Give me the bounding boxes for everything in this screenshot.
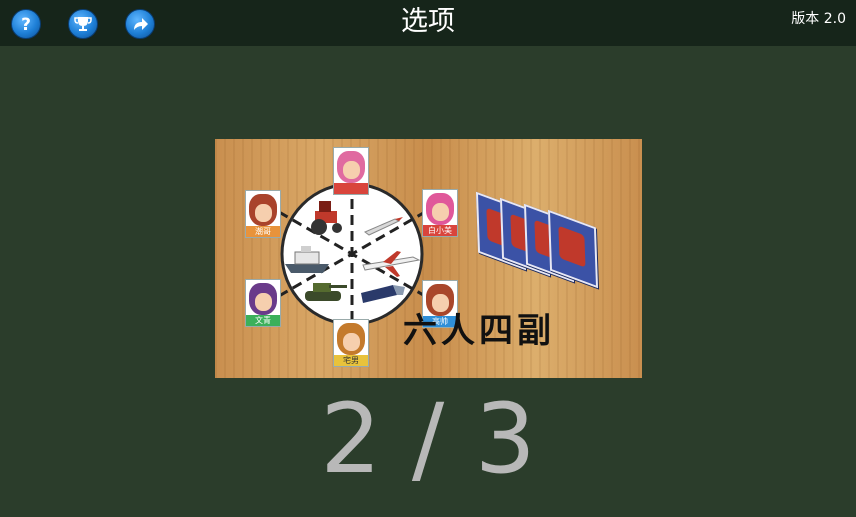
page-current: 2: [320, 383, 382, 495]
page-title: 选项: [401, 6, 455, 37]
page-indicator: 2 / 3: [0, 384, 856, 494]
card-decks-image: [475, 191, 607, 289]
game-mode-card[interactable]: 白小美 高帅 宅男 文青 潮哥 六人四副: [215, 139, 642, 378]
top-bar: ? 选项 版本 2.0: [0, 0, 856, 46]
player-avatar-lower-left: 文青: [245, 279, 281, 327]
version-label: 版本 2.0: [791, 11, 846, 27]
page-separator: /: [411, 383, 445, 495]
player-avatar-top: [333, 147, 369, 195]
player-avatar-upper-right: 白小美: [422, 189, 458, 237]
player-avatar-bottom: 宅男: [333, 319, 369, 367]
deck-count-label: 六人四副: [403, 311, 555, 351]
page-total: 3: [474, 383, 536, 495]
player-avatar-upper-left: 潮哥: [245, 190, 281, 238]
